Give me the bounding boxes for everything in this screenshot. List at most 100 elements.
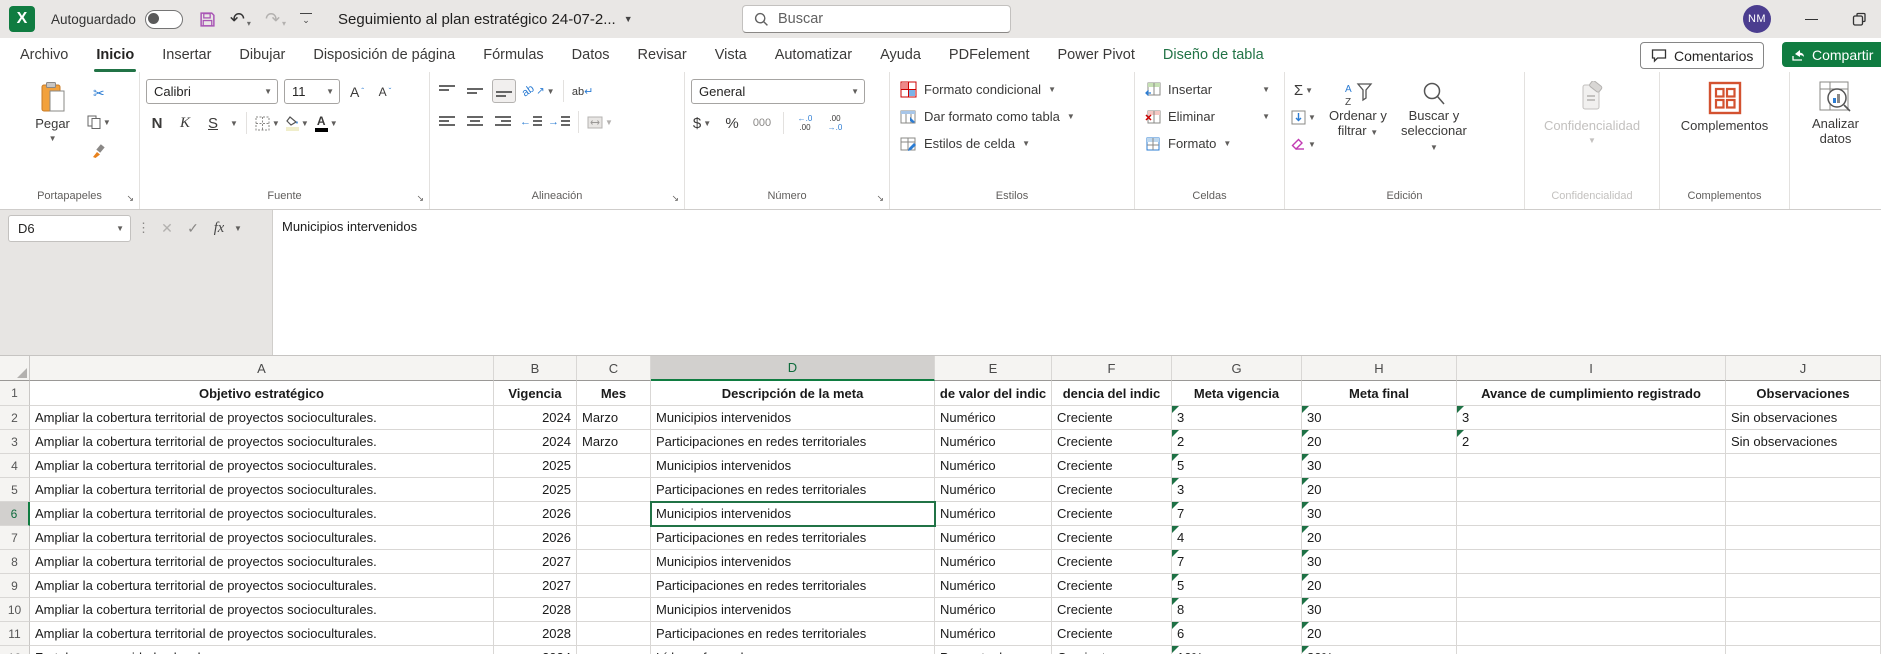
increase-font-button[interactable]: Aˆ (346, 81, 368, 103)
enter-icon[interactable]: ✓ (182, 220, 204, 237)
cell-F4[interactable]: Creciente (1052, 454, 1172, 478)
cell-G12[interactable]: 10% (1172, 646, 1302, 654)
excel-app-icon[interactable]: X (9, 6, 35, 32)
cell-G11[interactable]: 6 (1172, 622, 1302, 646)
cell-C7[interactable] (577, 526, 651, 550)
col-header-E[interactable]: E (935, 356, 1052, 381)
sort-filter-button[interactable]: AZ Ordenar y filtrar ▼ (1324, 79, 1392, 187)
delete-cells-button[interactable]: Eliminar ▼ (1141, 103, 1278, 130)
col-header-G[interactable]: G (1172, 356, 1302, 381)
cell-E5[interactable]: Numérico (935, 478, 1052, 502)
col-header-B[interactable]: B (494, 356, 577, 381)
cell-C10[interactable] (577, 598, 651, 622)
currency-format-button[interactable]: $ ▼ (691, 112, 713, 134)
name-box-splitter[interactable]: ⋮ (137, 220, 150, 236)
cell-B2[interactable]: 2024 (494, 406, 577, 430)
row-header-3[interactable]: 3 (0, 430, 30, 454)
cell-B12[interactable]: 2024 (494, 646, 577, 654)
autosum-button[interactable]: Σ ▼ (1291, 79, 1316, 101)
chevron-down-icon[interactable]: ▼ (234, 224, 242, 233)
bold-button[interactable]: N (146, 112, 168, 134)
cell-F3[interactable]: Creciente (1052, 430, 1172, 454)
cell-D12[interactable]: Líderes formados (651, 646, 935, 654)
dialog-launcher-icon[interactable]: ↘ (416, 194, 424, 203)
underline-button[interactable]: S (202, 112, 224, 134)
cell-C3[interactable]: Marzo (577, 430, 651, 454)
redo-button[interactable]: ↷ ▾ (265, 10, 286, 28)
cell-H5[interactable]: 20 (1302, 478, 1457, 502)
cell-B6[interactable]: 2026 (494, 502, 577, 526)
cell-E7[interactable]: Numérico (935, 526, 1052, 550)
cell-F5[interactable]: Creciente (1052, 478, 1172, 502)
cell-I8[interactable] (1457, 550, 1726, 574)
header-cell-I1[interactable]: Avance de cumplimiento registrado (1457, 381, 1726, 406)
select-all-corner[interactable] (0, 356, 30, 381)
cell-B7[interactable]: 2026 (494, 526, 577, 550)
align-middle-button[interactable] (464, 80, 486, 102)
font-color-button[interactable]: A ▼ (314, 112, 338, 134)
cell-H12[interactable]: 80% (1302, 646, 1457, 654)
analyze-data-button[interactable]: Analizar datos (1796, 79, 1875, 187)
cell-E10[interactable]: Numérico (935, 598, 1052, 622)
cell-D2[interactable]: Municipios intervenidos (651, 406, 935, 430)
cell-G5[interactable]: 3 (1172, 478, 1302, 502)
italic-button[interactable]: K (174, 112, 196, 134)
cell-B10[interactable]: 2028 (494, 598, 577, 622)
row-header-4[interactable]: 4 (0, 454, 30, 478)
borders-button[interactable]: ▼ (255, 112, 280, 134)
header-cell-H1[interactable]: Meta final (1302, 381, 1457, 406)
tab-ayuda[interactable]: Ayuda (866, 38, 935, 72)
cell-A12[interactable]: Fortalecer capacidades locales (30, 646, 494, 654)
formula-input[interactable]: Municipios intervenidos (273, 210, 1881, 355)
cell-I2[interactable]: 3 (1457, 406, 1726, 430)
cell-I11[interactable] (1457, 622, 1726, 646)
cell-H11[interactable]: 20 (1302, 622, 1457, 646)
cell-C9[interactable] (577, 574, 651, 598)
tab-diseño-de-tabla[interactable]: Diseño de tabla (1149, 38, 1278, 72)
cell-E8[interactable]: Numérico (935, 550, 1052, 574)
cell-A11[interactable]: Ampliar la cobertura territorial de proy… (30, 622, 494, 646)
merge-center-button[interactable]: ▼ (587, 111, 613, 133)
restore-window-button[interactable] (1852, 12, 1867, 27)
cell-A2[interactable]: Ampliar la cobertura territorial de proy… (30, 406, 494, 430)
format-cells-button[interactable]: Formato ▼ (1141, 130, 1278, 157)
header-cell-B1[interactable]: Vigencia (494, 381, 577, 406)
cut-button[interactable]: ✂ (87, 82, 111, 104)
row-header-1[interactable]: 1 (0, 381, 30, 406)
cell-J3[interactable]: Sin observaciones (1726, 430, 1881, 454)
document-title[interactable]: Seguimiento al plan estratégico 24-07-2.… (338, 11, 633, 28)
autosave-toggle[interactable] (144, 9, 183, 29)
cell-D11[interactable]: Participaciones en redes territoriales (651, 622, 935, 646)
cell-H8[interactable]: 30 (1302, 550, 1457, 574)
align-left-button[interactable] (436, 111, 458, 133)
cell-G8[interactable]: 7 (1172, 550, 1302, 574)
header-cell-F1[interactable]: dencia del indic (1052, 381, 1172, 406)
row-header-7[interactable]: 7 (0, 526, 30, 550)
tab-revisar[interactable]: Revisar (624, 38, 701, 72)
row-header-6[interactable]: 6 (0, 502, 30, 526)
format-as-table-button[interactable]: Dar formato como tabla ▼ (896, 103, 1128, 130)
cell-G9[interactable]: 5 (1172, 574, 1302, 598)
cell-I3[interactable]: 2 (1457, 430, 1726, 454)
addins-button[interactable]: Complementos (1674, 79, 1775, 187)
cell-F9[interactable]: Creciente (1052, 574, 1172, 598)
cell-I10[interactable] (1457, 598, 1726, 622)
increase-decimal-button[interactable]: ←.0.00 (794, 112, 816, 134)
cell-J8[interactable] (1726, 550, 1881, 574)
fill-button[interactable]: ▼ (1291, 106, 1316, 128)
orientation-button[interactable]: ab ↗ ▼ (520, 80, 555, 102)
cell-H4[interactable]: 30 (1302, 454, 1457, 478)
cell-A10[interactable]: Ampliar la cobertura territorial de proy… (30, 598, 494, 622)
cell-G4[interactable]: 5 (1172, 454, 1302, 478)
cell-B9[interactable]: 2027 (494, 574, 577, 598)
save-icon[interactable] (199, 11, 216, 28)
cell-C11[interactable] (577, 622, 651, 646)
clear-button[interactable]: ▼ (1291, 133, 1316, 155)
cell-H6[interactable]: 30 (1302, 502, 1457, 526)
paste-button[interactable]: Pegar ▼ (28, 79, 77, 187)
cell-styles-button[interactable]: Estilos de celda ▼ (896, 130, 1128, 157)
copy-button[interactable]: ▼ (87, 111, 111, 133)
cell-H3[interactable]: 20 (1302, 430, 1457, 454)
cell-D9[interactable]: Participaciones en redes territoriales (651, 574, 935, 598)
cell-A3[interactable]: Ampliar la cobertura territorial de proy… (30, 430, 494, 454)
